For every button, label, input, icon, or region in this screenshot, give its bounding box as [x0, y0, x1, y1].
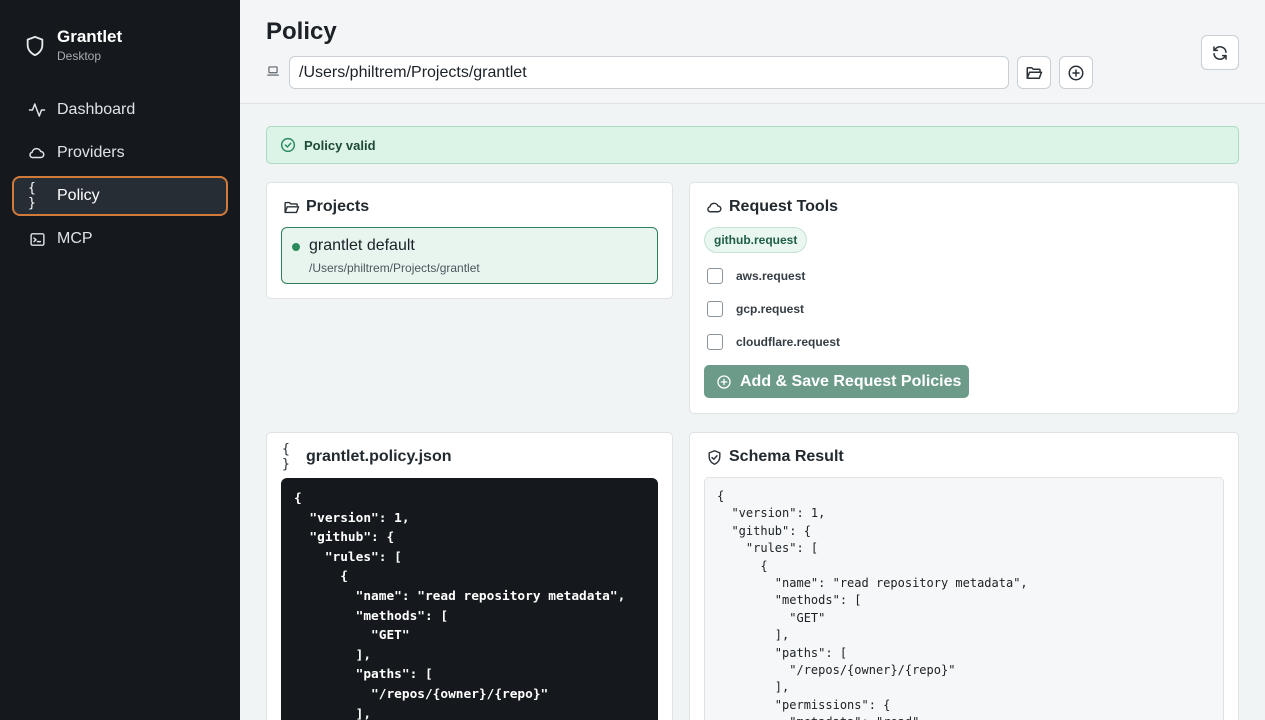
- alert-text: Policy valid: [304, 137, 376, 153]
- policy-valid-alert: Policy valid: [266, 126, 1239, 164]
- checkbox[interactable]: [707, 301, 723, 317]
- folder-open-icon: [282, 198, 300, 216]
- sidebar-item-label: Providers: [57, 144, 125, 161]
- add-project-button[interactable]: [1059, 56, 1093, 89]
- plus-circle-icon: [717, 374, 731, 389]
- tool-option-label: gcp.request: [736, 302, 805, 316]
- tool-option-label: cloudflare.request: [736, 335, 841, 349]
- brand: Grantlet Desktop: [24, 28, 122, 63]
- sidebar-item-label: Policy: [57, 187, 100, 204]
- add-save-policies-button[interactable]: Add & Save Request Policies: [704, 365, 969, 398]
- main-content: Policy Policy valid Projects grantlet de…: [240, 0, 1265, 720]
- sidebar-item-policy[interactable]: { } Policy: [12, 176, 228, 216]
- project-name: grantlet default: [309, 237, 415, 254]
- checkbox[interactable]: [707, 268, 723, 284]
- sidebar-item-providers[interactable]: Providers: [12, 133, 228, 173]
- shield-icon: [26, 35, 44, 57]
- braces-icon: { }: [28, 181, 36, 211]
- sidebar-item-mcp[interactable]: MCP: [12, 219, 228, 259]
- request-tools-card-title: Request Tools: [705, 198, 838, 216]
- tool-option-gcp[interactable]: gcp.request: [707, 301, 804, 317]
- policy-code-editor[interactable]: { "version": 1, "github": { "rules": [ {…: [281, 478, 658, 720]
- app-subtitle: Desktop: [57, 49, 102, 63]
- refresh-icon: [1213, 45, 1227, 60]
- sidebar-nav: Dashboard Providers { } Policy MCP: [12, 90, 228, 262]
- policy-file-card-title: { } grantlet.policy.json: [282, 442, 452, 472]
- project-path: /Users/philtrem/Projects/grantlet: [309, 261, 480, 275]
- app-name: Grantlet: [57, 27, 123, 46]
- sidebar-item-label: MCP: [57, 230, 93, 247]
- button-label: Add & Save Request Policies: [740, 372, 962, 390]
- policy-code: { "version": 1, "github": { "rules": [ {…: [294, 491, 626, 720]
- tool-option-label: aws.request: [736, 269, 806, 283]
- open-folder-button[interactable]: [1017, 56, 1051, 89]
- refresh-button[interactable]: [1201, 35, 1239, 70]
- schema-result-code: { "version": 1, "github": { "rules": [ {…: [717, 489, 1028, 720]
- checkbox[interactable]: [707, 334, 723, 350]
- sidebar: Grantlet Desktop Dashboard Providers { }…: [0, 0, 240, 720]
- cloud-icon: [28, 144, 46, 162]
- tool-option-cloudflare[interactable]: cloudflare.request: [707, 334, 840, 350]
- request-tools-card: Request Tools github.request aws.request…: [689, 182, 1239, 414]
- tool-option-aws[interactable]: aws.request: [707, 268, 805, 284]
- status-dot: [292, 243, 300, 251]
- terminal-icon: [28, 230, 46, 248]
- projects-card-title: Projects: [282, 198, 369, 216]
- laptop-icon: [267, 66, 279, 76]
- check-circle-icon: [280, 137, 296, 153]
- shield-check-icon: [705, 448, 723, 466]
- project-path-input[interactable]: [289, 56, 1009, 89]
- activity-icon: [28, 101, 46, 119]
- cloud-icon: [705, 198, 723, 216]
- folder-open-icon: [1026, 66, 1043, 79]
- schema-result-output: { "version": 1, "github": { "rules": [ {…: [704, 477, 1224, 720]
- project-item-grantlet-default[interactable]: grantlet default /Users/philtrem/Project…: [281, 227, 658, 284]
- braces-icon: { }: [282, 442, 290, 472]
- page-title: Policy: [266, 18, 337, 45]
- page-header: Policy: [240, 0, 1265, 104]
- projects-card: Projects grantlet default /Users/philtre…: [266, 182, 673, 299]
- schema-result-card: Schema Result { "version": 1, "github": …: [689, 432, 1239, 720]
- policy-file-card: { } grantlet.policy.json { "version": 1,…: [266, 432, 673, 720]
- sidebar-item-dashboard[interactable]: Dashboard: [12, 90, 228, 130]
- tool-tag-github-request[interactable]: github.request: [704, 227, 808, 253]
- schema-result-card-title: Schema Result: [705, 448, 844, 466]
- sidebar-item-label: Dashboard: [57, 101, 136, 118]
- plus-circle-icon: [1068, 65, 1084, 80]
